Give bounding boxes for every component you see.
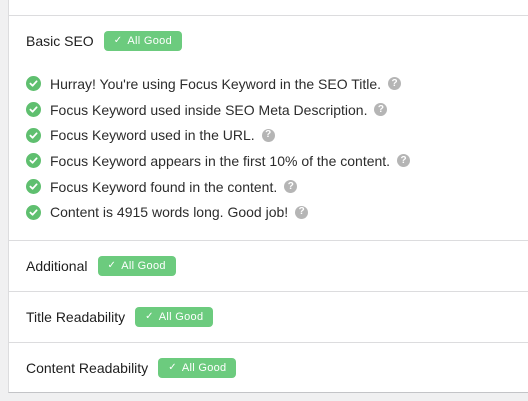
section-title-readability[interactable]: Title Readability ✓ All Good <box>9 292 528 343</box>
check-circle-icon <box>26 102 41 118</box>
check-text: Focus Keyword found in the content. <box>50 178 278 195</box>
badge-label: All Good <box>181 362 227 374</box>
check-icon: ✓ <box>168 362 177 373</box>
list-item: Focus Keyword used inside SEO Meta Descr… <box>26 97 410 123</box>
help-icon[interactable]: ? <box>397 154 411 168</box>
list-item: Focus Keyword used in the URL. ? <box>26 122 410 148</box>
check-icon: ✓ <box>145 311 154 322</box>
help-icon[interactable]: ? <box>284 180 298 194</box>
badge-label: All Good <box>158 311 204 323</box>
check-circle-icon <box>26 179 41 195</box>
section-header[interactable]: Additional ✓ All Good <box>26 256 176 276</box>
section-header[interactable]: Title Readability ✓ All Good <box>26 307 214 327</box>
help-icon[interactable]: ? <box>261 128 275 142</box>
seo-analysis-panel: Basic SEO ✓ All Good Hurray! You're usin… <box>8 0 528 393</box>
check-circle-icon <box>26 76 41 92</box>
check-text: Focus Keyword used in the URL. <box>50 127 255 144</box>
check-text: Content is 4915 words long. Good job! <box>50 204 289 221</box>
check-text: Focus Keyword appears in the first 10% o… <box>50 152 391 169</box>
badge-label: All Good <box>127 35 172 47</box>
check-circle-icon <box>26 204 41 220</box>
section-content-readability[interactable]: Content Readability ✓ All Good <box>9 343 528 393</box>
list-item: Focus Keyword appears in the first 10% o… <box>26 148 411 174</box>
section-title[interactable]: Content Readability <box>26 360 148 376</box>
check-text: Focus Keyword used inside SEO Meta Descr… <box>50 101 368 118</box>
status-badge: ✓ All Good <box>158 358 237 378</box>
check-text: Hurray! You're using Focus Keyword in th… <box>50 75 382 92</box>
section-title[interactable]: Title Readability <box>26 309 125 325</box>
section-additional[interactable]: Additional ✓ All Good <box>9 241 528 292</box>
list-item: Hurray! You're using Focus Keyword in th… <box>26 71 410 97</box>
basic-seo-checklist: Hurray! You're using Focus Keyword in th… <box>26 71 411 225</box>
help-icon[interactable]: ? <box>295 205 309 219</box>
check-circle-icon <box>26 153 41 169</box>
status-badge: ✓ All Good <box>103 31 182 51</box>
check-circle-icon <box>26 127 41 143</box>
section-title[interactable]: Additional <box>26 258 88 274</box>
status-badge: ✓ All Good <box>97 256 176 276</box>
status-badge: ✓ All Good <box>135 307 214 327</box>
section-title[interactable]: Basic SEO <box>26 33 94 49</box>
help-icon[interactable]: ? <box>374 103 388 117</box>
check-icon: ✓ <box>107 260 117 271</box>
section-header[interactable]: Content Readability ✓ All Good <box>26 358 237 378</box>
check-icon: ✓ <box>113 35 123 46</box>
section-header[interactable]: Basic SEO ✓ All Good <box>26 31 182 51</box>
list-item: Content is 4915 words long. Good job! ? <box>26 199 410 225</box>
badge-label: All Good <box>121 260 166 272</box>
help-icon[interactable]: ? <box>388 77 402 91</box>
list-item: Focus Keyword found in the content. ? <box>26 174 410 200</box>
